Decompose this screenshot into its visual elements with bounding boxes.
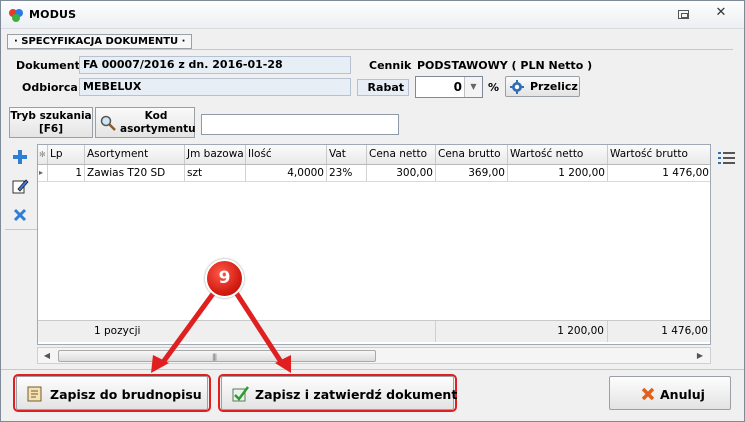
modus-window: MODUS ✕ · SPECYFIKACJA DOKUMENTU · Dokum… [0, 0, 745, 422]
annotation-arrows [151, 289, 291, 373]
annotation-marker: 9 [205, 259, 244, 298]
arrow-to-zatwierdz [232, 289, 286, 367]
arrow-to-brudnopis [158, 289, 218, 367]
